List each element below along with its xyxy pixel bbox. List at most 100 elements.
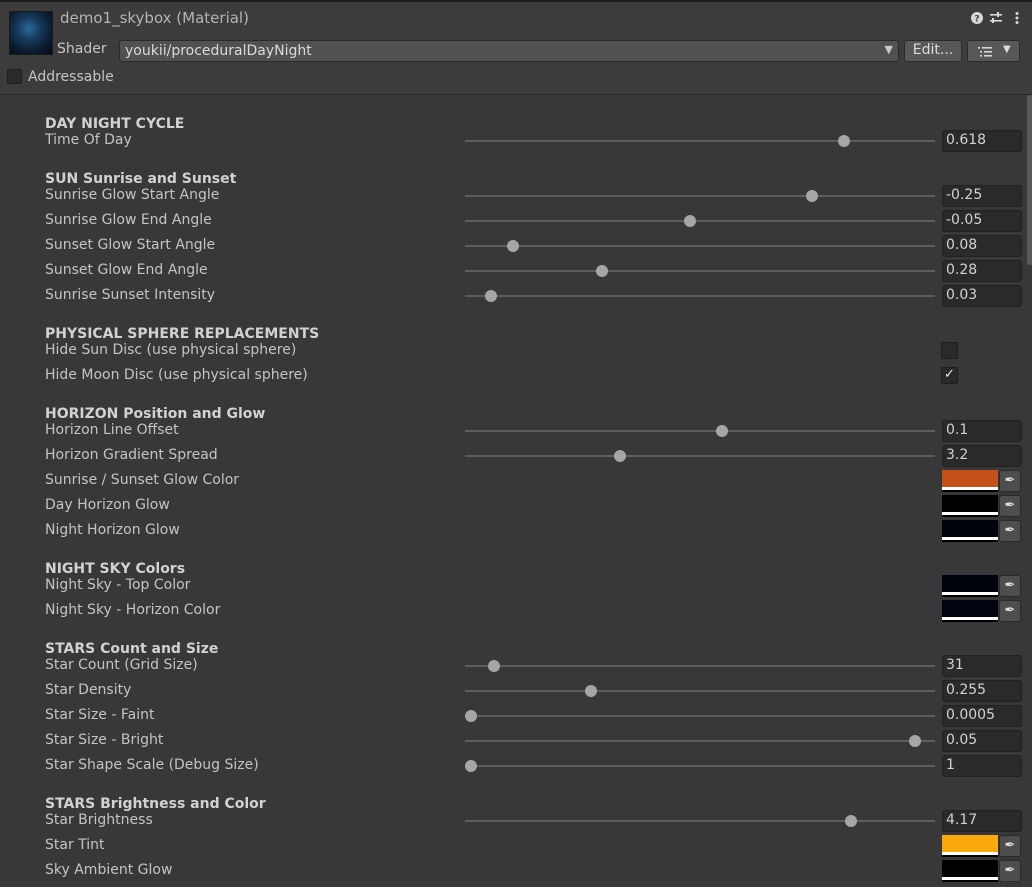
color-swatch[interactable] bbox=[942, 520, 998, 542]
property-label: Star Count (Grid Size) bbox=[45, 657, 198, 673]
addressable-checkbox[interactable] bbox=[7, 69, 22, 84]
slider-track[interactable] bbox=[465, 765, 935, 767]
kebab-menu-icon[interactable] bbox=[1010, 11, 1024, 29]
slider-thumb[interactable] bbox=[614, 450, 627, 462]
list-options-icon bbox=[978, 42, 992, 63]
property-label: Sunrise Glow Start Angle bbox=[45, 187, 220, 203]
slider-track[interactable] bbox=[465, 665, 935, 667]
color-swatch[interactable] bbox=[942, 860, 998, 882]
shader-dropdown[interactable]: youkii/proceduralDayNight ▼ bbox=[119, 40, 899, 62]
eyedropper-icon[interactable]: ✒ bbox=[999, 575, 1021, 597]
slider-track[interactable] bbox=[465, 430, 935, 432]
svg-text:?: ? bbox=[974, 15, 979, 25]
checkmark-icon: ✓ bbox=[944, 367, 955, 382]
slider-track[interactable] bbox=[465, 455, 935, 457]
slider-track[interactable] bbox=[465, 270, 935, 272]
slider-track[interactable] bbox=[465, 820, 935, 822]
color-swatch[interactable] bbox=[942, 600, 998, 622]
help-icon[interactable]: ? bbox=[970, 11, 984, 29]
property-label: Star Brightness bbox=[45, 812, 153, 828]
hide-moon-checkbox[interactable]: ✓ bbox=[941, 367, 958, 384]
hide-sun-checkbox[interactable] bbox=[941, 342, 958, 359]
preset-sliders-icon[interactable] bbox=[989, 11, 1003, 29]
property-label: Hide Sun Disc (use physical sphere) bbox=[45, 342, 297, 358]
eyedropper-icon[interactable]: ✒ bbox=[999, 495, 1021, 517]
float-field[interactable]: 4.17 bbox=[942, 810, 1022, 832]
color-swatch[interactable] bbox=[942, 575, 998, 597]
section-heading-stars-count: STARS Count and Size bbox=[45, 641, 219, 657]
color-swatch[interactable] bbox=[942, 470, 998, 492]
slider-track[interactable] bbox=[465, 245, 935, 247]
slider-track[interactable] bbox=[465, 690, 935, 692]
property-label: Star Density bbox=[45, 682, 132, 698]
slider-thumb[interactable] bbox=[506, 240, 519, 252]
slider-track[interactable] bbox=[465, 295, 935, 297]
property-label: Star Tint bbox=[45, 837, 105, 853]
section-heading-horizon: HORIZON Position and Glow bbox=[45, 406, 266, 422]
float-field[interactable]: 0.08 bbox=[942, 235, 1022, 257]
slider-thumb[interactable] bbox=[584, 685, 597, 697]
chevron-down-icon: ▼ bbox=[1003, 44, 1011, 55]
slider-thumb[interactable] bbox=[465, 760, 477, 772]
chevron-down-icon: ▼ bbox=[884, 43, 893, 56]
slider-track[interactable] bbox=[465, 740, 935, 742]
float-field[interactable]: 0.0005 bbox=[942, 705, 1022, 727]
slider-track[interactable] bbox=[465, 220, 935, 222]
color-swatch[interactable] bbox=[942, 835, 998, 857]
material-title: demo1_skybox (Material) bbox=[60, 9, 249, 27]
property-label: Star Shape Scale (Debug Size) bbox=[45, 757, 259, 773]
property-label: Night Horizon Glow bbox=[45, 522, 180, 538]
float-field[interactable]: -0.05 bbox=[942, 210, 1022, 232]
float-field[interactable]: 0.05 bbox=[942, 730, 1022, 752]
slider-thumb[interactable] bbox=[683, 215, 696, 227]
section-heading-stars-brightness: STARS Brightness and Color bbox=[45, 796, 266, 812]
scrollbar-thumb[interactable] bbox=[1027, 95, 1032, 265]
float-field[interactable]: 3.2 bbox=[942, 445, 1022, 467]
addressable-label: Addressable bbox=[28, 69, 114, 85]
float-field[interactable]: 0.255 bbox=[942, 680, 1022, 702]
property-label: Star Size - Bright bbox=[45, 732, 164, 748]
eyedropper-icon[interactable]: ✒ bbox=[999, 860, 1021, 882]
slider-track[interactable] bbox=[465, 140, 935, 142]
property-label: Horizon Gradient Spread bbox=[45, 447, 218, 463]
slider-thumb[interactable] bbox=[596, 265, 609, 277]
property-label: Sunrise / Sunset Glow Color bbox=[45, 472, 240, 488]
float-field[interactable]: -0.25 bbox=[942, 185, 1022, 207]
slider-thumb[interactable] bbox=[488, 660, 501, 672]
property-label: Hide Moon Disc (use physical sphere) bbox=[45, 367, 308, 383]
eyedropper-icon[interactable]: ✒ bbox=[999, 520, 1021, 542]
section-heading-day-night: DAY NIGHT CYCLE bbox=[45, 116, 185, 132]
property-label: Horizon Line Offset bbox=[45, 422, 179, 438]
property-label: Sunset Glow Start Angle bbox=[45, 237, 216, 253]
color-swatch[interactable] bbox=[942, 495, 998, 517]
slider-track[interactable] bbox=[465, 715, 935, 717]
property-label: Time Of Day bbox=[45, 132, 132, 148]
property-label: Day Horizon Glow bbox=[45, 497, 170, 513]
edit-shader-button[interactable]: Edit... bbox=[904, 40, 962, 62]
property-label: Sunset Glow End Angle bbox=[45, 262, 208, 278]
slider-thumb[interactable] bbox=[845, 815, 858, 827]
section-heading-night-sky: NIGHT SKY Colors bbox=[45, 561, 186, 577]
slider-thumb[interactable] bbox=[909, 735, 922, 747]
eyedropper-icon[interactable]: ✒ bbox=[999, 600, 1021, 622]
slider-thumb[interactable] bbox=[484, 290, 497, 302]
material-header: demo1_skybox (Material) ? Shader youkii/… bbox=[0, 2, 1032, 95]
float-field[interactable]: 0.1 bbox=[942, 420, 1022, 442]
eyedropper-icon[interactable]: ✒ bbox=[999, 470, 1021, 492]
slider-thumb[interactable] bbox=[716, 425, 729, 437]
eyedropper-icon[interactable]: ✒ bbox=[999, 835, 1021, 857]
slider-thumb[interactable] bbox=[838, 135, 851, 147]
section-heading-sun: SUN Sunrise and Sunset bbox=[45, 171, 237, 187]
shader-options-button[interactable]: ▼ bbox=[967, 40, 1020, 62]
section-heading-physical-sphere: PHYSICAL SPHERE REPLACEMENTS bbox=[45, 326, 320, 342]
float-field[interactable]: 0.28 bbox=[942, 260, 1022, 282]
float-field[interactable]: 1 bbox=[942, 755, 1022, 777]
float-field[interactable]: 0.618 bbox=[942, 130, 1022, 152]
slider-thumb[interactable] bbox=[465, 710, 477, 722]
float-field[interactable]: 0.03 bbox=[942, 285, 1022, 307]
int-field[interactable]: 31 bbox=[942, 655, 1022, 677]
material-preview-thumbnail[interactable] bbox=[9, 11, 53, 55]
slider-thumb[interactable] bbox=[806, 190, 819, 202]
property-label: Sunrise Sunset Intensity bbox=[45, 287, 216, 303]
slider-track[interactable] bbox=[465, 195, 935, 197]
